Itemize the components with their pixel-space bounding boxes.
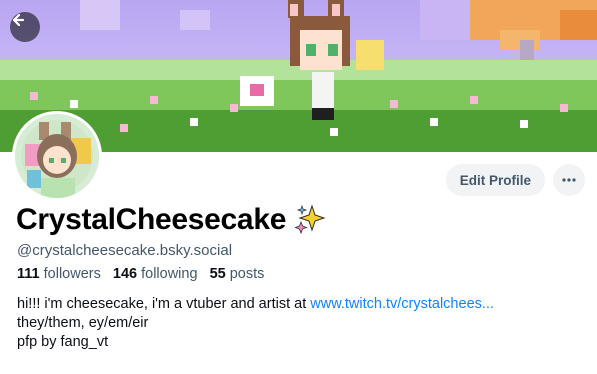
posts-stat: 55 posts bbox=[210, 266, 265, 282]
posts-count: 55 bbox=[209, 266, 226, 282]
avatar-art bbox=[15, 114, 99, 198]
more-options-button[interactable] bbox=[553, 164, 585, 196]
display-name: CrystalCheesecake bbox=[16, 203, 287, 236]
bio-line-2: they/them, ey/em/eir bbox=[17, 315, 149, 331]
avatar[interactable] bbox=[12, 111, 102, 201]
sparkles-icon bbox=[294, 204, 326, 235]
name-row: CrystalCheesecake bbox=[16, 203, 326, 237]
following-count: 146 bbox=[112, 266, 138, 282]
handle: @crystalcheesecake.bsky.social bbox=[17, 242, 233, 259]
followers-stat[interactable]: 111 followers bbox=[17, 266, 101, 282]
bio-link[interactable]: www.twitch.tv/crystalchees... bbox=[310, 296, 494, 312]
following-label: following bbox=[141, 266, 198, 282]
followers-label: followers bbox=[43, 266, 101, 282]
profile-bio: hi!!! i'm cheesecake, i'm a vtuber and a… bbox=[17, 295, 494, 352]
profile-stats: 111 followers 146 following 55 posts bbox=[17, 266, 272, 282]
followers-count: 111 bbox=[17, 266, 40, 282]
bio-line-3: pfp by fang_vt bbox=[17, 334, 109, 350]
bio-text: hi!!! i'm cheesecake, i'm a vtuber and a… bbox=[17, 296, 311, 312]
profile-actions: Edit Profile bbox=[445, 164, 585, 196]
arrow-left-icon bbox=[12, 13, 25, 27]
edit-profile-button[interactable]: Edit Profile bbox=[445, 164, 545, 196]
following-stat[interactable]: 146 following bbox=[113, 266, 198, 282]
ellipsis-icon bbox=[562, 178, 576, 182]
posts-label: posts bbox=[229, 266, 265, 282]
bio-line-1: hi!!! i'm cheesecake, i'm a vtuber and a… bbox=[17, 295, 494, 314]
back-button[interactable] bbox=[10, 12, 40, 42]
